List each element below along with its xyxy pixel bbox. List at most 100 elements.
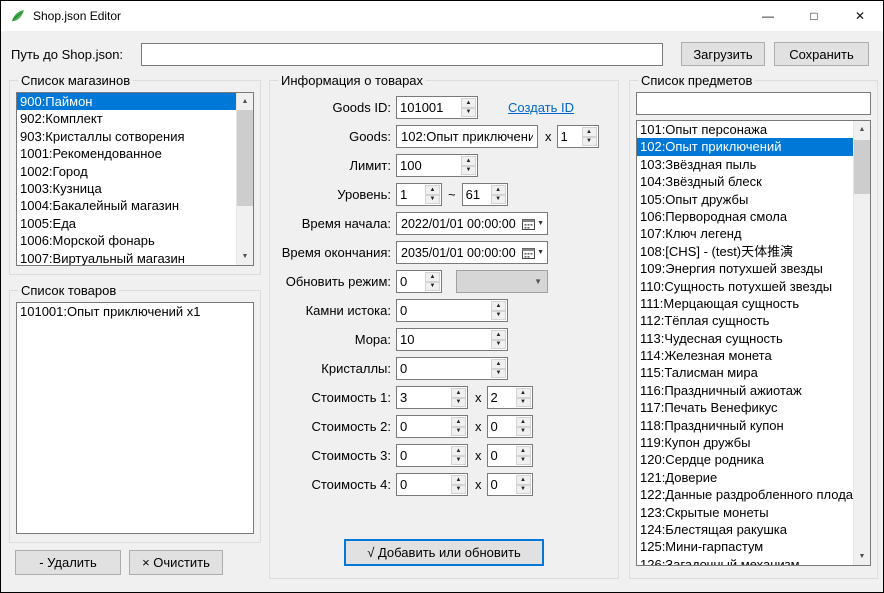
- goods-count-input[interactable]: [558, 126, 582, 147]
- refresh-mode-spinner[interactable]: ▲▼: [396, 270, 442, 293]
- spin-down-icon[interactable]: ▼: [461, 108, 476, 118]
- goods-listbox[interactable]: 101001:Опыт приключений x1: [16, 302, 254, 534]
- spin-down-icon[interactable]: ▼: [516, 427, 531, 437]
- limit-input[interactable]: [397, 155, 461, 176]
- spin-up-icon[interactable]: ▲: [425, 272, 440, 282]
- item-listbox[interactable]: 101:Опыт персонажа102:Опыт приключений 10…: [636, 120, 871, 566]
- list-item[interactable]: 1006:Морской фонарь: [17, 232, 236, 249]
- spin-up-icon[interactable]: ▲: [516, 388, 531, 398]
- spin-down-icon[interactable]: ▼: [451, 456, 466, 466]
- level-max-input[interactable]: [463, 184, 491, 205]
- list-item[interactable]: 1002:Город: [17, 163, 236, 180]
- close-icon[interactable]: ✕: [837, 1, 883, 31]
- cost-1-count-spinner[interactable]: ▲▼: [487, 386, 533, 409]
- primogems-spinner[interactable]: ▲▼: [396, 299, 508, 322]
- list-item[interactable]: 124:Блестящая ракушка: [637, 521, 853, 538]
- spin-down-icon[interactable]: ▼: [451, 485, 466, 495]
- maximize-icon[interactable]: □: [791, 1, 837, 31]
- scroll-up-icon[interactable]: ▲: [854, 121, 870, 138]
- list-item[interactable]: 122:Данные раздробленного плода: [637, 486, 853, 503]
- spin-down-icon[interactable]: ▼: [516, 398, 531, 408]
- crystals-spinner[interactable]: ▲▼: [396, 357, 508, 380]
- spin-up-icon[interactable]: ▲: [516, 446, 531, 456]
- list-item[interactable]: 118:Праздничный купон: [637, 417, 853, 434]
- load-button[interactable]: Загрузить: [681, 42, 765, 66]
- cost-3-count-input[interactable]: [488, 445, 516, 466]
- scroll-thumb[interactable]: [237, 110, 253, 206]
- goods-id-input[interactable]: [397, 97, 461, 118]
- list-item[interactable]: 1007:Виртуальный магазин: [17, 250, 236, 265]
- clear-button[interactable]: × Очистить: [129, 550, 223, 575]
- spin-up-icon[interactable]: ▲: [451, 417, 466, 427]
- end-time-picker[interactable]: 2035/01/01 00:00:00 ▼: [396, 241, 548, 264]
- spin-down-icon[interactable]: ▼: [582, 137, 597, 147]
- item-search-input[interactable]: [636, 92, 871, 115]
- cost-2-item-input[interactable]: [397, 416, 451, 437]
- calendar-icon[interactable]: ▼: [521, 247, 547, 259]
- list-item[interactable]: 903:Кристаллы сотворения: [17, 128, 236, 145]
- cost-4-item-input[interactable]: [397, 474, 451, 495]
- list-item[interactable]: 113:Чудесная сущность: [637, 330, 853, 347]
- save-button[interactable]: Сохранить: [774, 42, 869, 66]
- scroll-thumb[interactable]: [854, 140, 870, 194]
- list-item[interactable]: 116:Праздничный ажиотаж: [637, 382, 853, 399]
- list-item[interactable]: 111:Мерцающая сущность: [637, 295, 853, 312]
- list-item[interactable]: 102:Опыт приключений: [637, 138, 853, 155]
- scroll-down-icon[interactable]: ▼: [237, 248, 253, 265]
- goods-id-spinner[interactable]: ▲▼: [396, 96, 478, 119]
- cost-3-count-spinner[interactable]: ▲▼: [487, 444, 533, 467]
- spin-down-icon[interactable]: ▼: [516, 485, 531, 495]
- list-item[interactable]: 1003:Кузница: [17, 180, 236, 197]
- spin-up-icon[interactable]: ▲: [516, 475, 531, 485]
- list-item[interactable]: 104:Звёздный блеск: [637, 173, 853, 190]
- list-item[interactable]: 105:Опыт дружбы: [637, 191, 853, 208]
- spin-down-icon[interactable]: ▼: [491, 340, 506, 350]
- list-item[interactable]: 121:Доверие: [637, 469, 853, 486]
- primogems-input[interactable]: [397, 300, 491, 321]
- spin-down-icon[interactable]: ▼: [491, 311, 506, 321]
- list-item[interactable]: 1001:Рекомендованное: [17, 145, 236, 162]
- list-item[interactable]: 126:Загадочный механизм: [637, 556, 853, 565]
- cost-3-item-input[interactable]: [397, 445, 451, 466]
- goods-count-spinner[interactable]: ▲▼: [557, 125, 599, 148]
- spin-up-icon[interactable]: ▲: [451, 475, 466, 485]
- list-item[interactable]: 101:Опыт персонажа: [637, 121, 853, 138]
- item-list-scrollbar[interactable]: ▲ ▼: [853, 121, 870, 565]
- list-item[interactable]: 106:Первородная смола: [637, 208, 853, 225]
- list-item[interactable]: 110:Сущность потухшей звезды: [637, 278, 853, 295]
- spin-down-icon[interactable]: ▼: [451, 427, 466, 437]
- cost-1-item-spinner[interactable]: ▲▼: [396, 386, 468, 409]
- spin-up-icon[interactable]: ▲: [516, 417, 531, 427]
- level-min-spinner[interactable]: ▲▼: [396, 183, 442, 206]
- cost-2-count-spinner[interactable]: ▲▼: [487, 415, 533, 438]
- list-item[interactable]: 900:Паймон: [17, 93, 236, 110]
- spin-up-icon[interactable]: ▲: [451, 388, 466, 398]
- list-item[interactable]: 101001:Опыт приключений x1: [17, 303, 253, 320]
- spin-down-icon[interactable]: ▼: [491, 195, 506, 205]
- goods-input[interactable]: [396, 125, 538, 148]
- spin-up-icon[interactable]: ▲: [491, 185, 506, 195]
- spin-up-icon[interactable]: ▲: [491, 330, 506, 340]
- level-min-input[interactable]: [397, 184, 425, 205]
- begin-time-picker[interactable]: 2022/01/01 00:00:00 ▼: [396, 212, 548, 235]
- cost-2-count-input[interactable]: [488, 416, 516, 437]
- list-item[interactable]: 119:Купон дружбы: [637, 434, 853, 451]
- spin-up-icon[interactable]: ▲: [491, 359, 506, 369]
- mora-spinner[interactable]: ▲▼: [396, 328, 508, 351]
- list-item[interactable]: 108:[CHS] - (test)天体推演: [637, 243, 853, 260]
- scroll-track[interactable]: [854, 138, 870, 548]
- spin-up-icon[interactable]: ▲: [461, 98, 476, 108]
- spin-down-icon[interactable]: ▼: [461, 166, 476, 176]
- cost-1-item-input[interactable]: [397, 387, 451, 408]
- spin-up-icon[interactable]: ▲: [491, 301, 506, 311]
- spin-up-icon[interactable]: ▲: [461, 156, 476, 166]
- shop-list-scrollbar[interactable]: ▲ ▼: [236, 93, 253, 265]
- mora-input[interactable]: [397, 329, 491, 350]
- spin-up-icon[interactable]: ▲: [451, 446, 466, 456]
- list-item[interactable]: 1005:Еда: [17, 215, 236, 232]
- cost-2-item-spinner[interactable]: ▲▼: [396, 415, 468, 438]
- list-item[interactable]: 125:Мини-гарпастум: [637, 538, 853, 555]
- path-input[interactable]: [141, 43, 663, 66]
- list-item[interactable]: 109:Энергия потухшей звезды: [637, 260, 853, 277]
- list-item[interactable]: 115:Талисман мира: [637, 364, 853, 381]
